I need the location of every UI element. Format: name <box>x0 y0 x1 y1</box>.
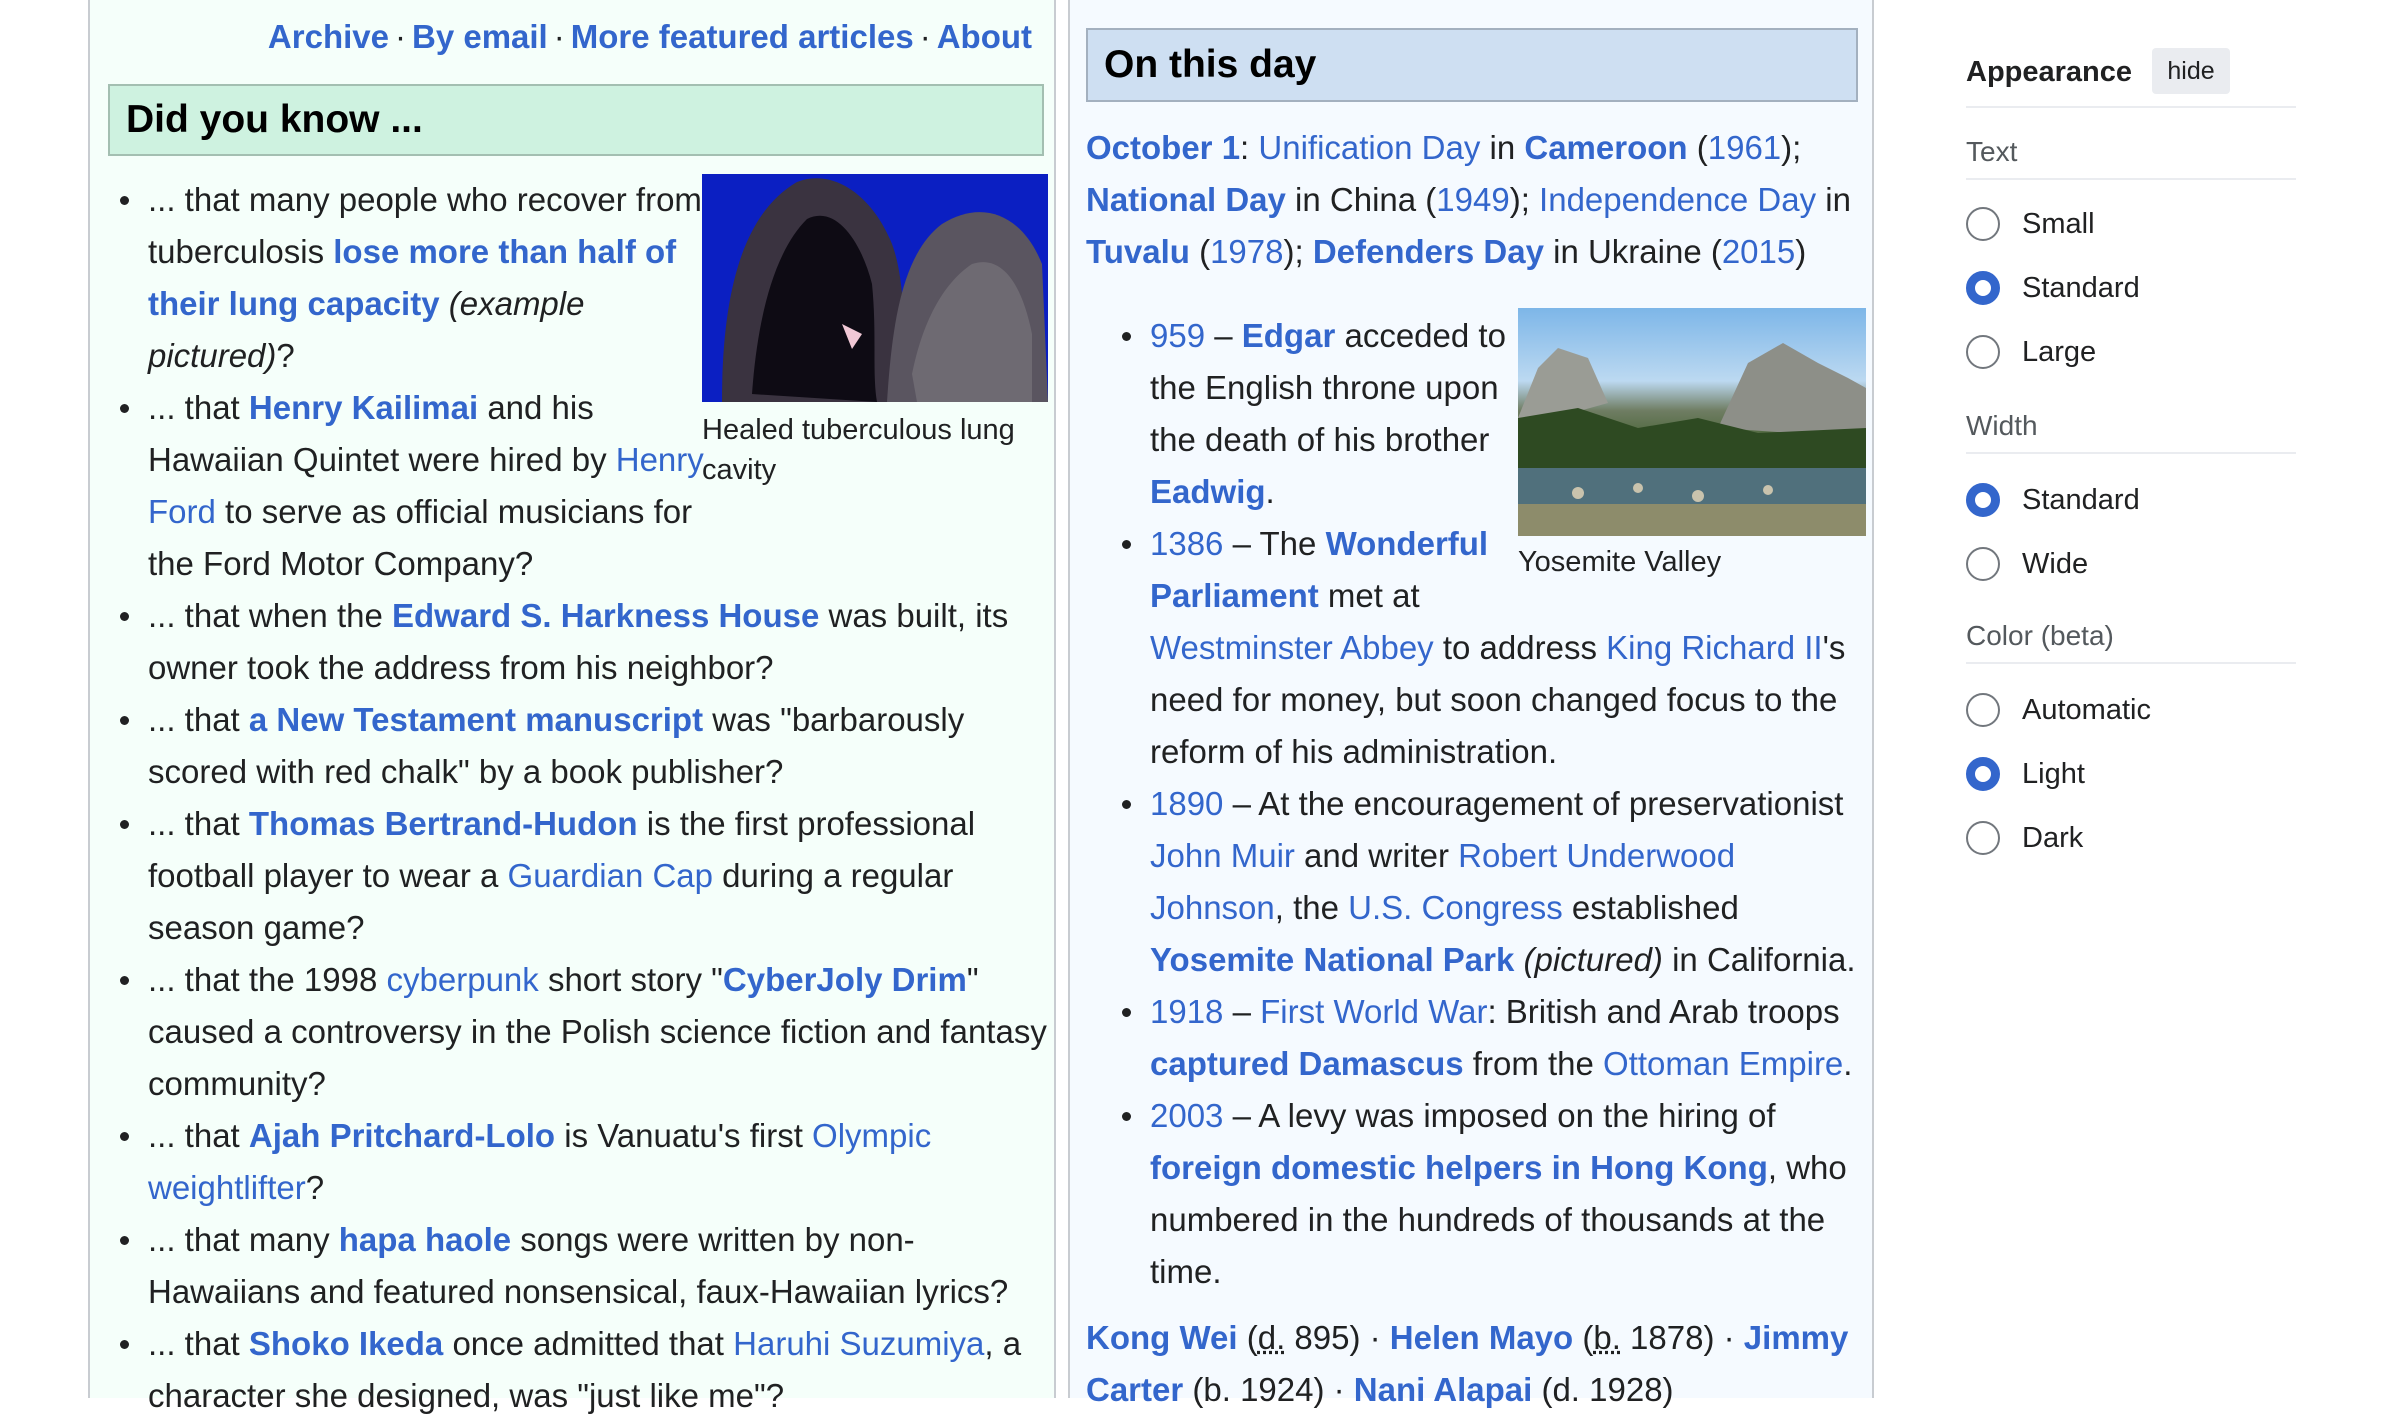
guardian-cap-link[interactable]: Guardian Cap <box>508 857 713 894</box>
divider <box>1966 106 2296 108</box>
radio-icon[interactable] <box>1966 693 2000 727</box>
john-muir-link[interactable]: John Muir <box>1150 837 1295 874</box>
helen-mayo-link[interactable]: Helen Mayo <box>1390 1319 1573 1356</box>
text-large-option[interactable]: Large <box>1966 330 2096 374</box>
otd-column: On this day October 1: Unification Day i… <box>1068 0 1876 1408</box>
year-1386-link[interactable]: 1386 <box>1150 525 1223 562</box>
by-email-link[interactable]: By email <box>412 18 548 55</box>
year-2003-link[interactable]: 2003 <box>1150 1097 1223 1134</box>
list-item: 1890 – At the encouragement of preservat… <box>1100 778 1870 986</box>
national-day-link[interactable]: National Day <box>1086 181 1286 218</box>
radio-icon[interactable] <box>1966 335 2000 369</box>
text-section-label: Text <box>1966 136 2018 167</box>
kong-wei-link[interactable]: Kong Wei <box>1086 1319 1238 1356</box>
hapa-haole-link[interactable]: hapa haole <box>339 1221 511 1258</box>
pritchard-lolo-link[interactable]: Ajah Pritchard-Lolo <box>249 1117 555 1154</box>
tuvalu-link[interactable]: Tuvalu <box>1086 233 1190 270</box>
archive-link[interactable]: Archive <box>268 18 389 55</box>
text-small-option[interactable]: Small <box>1966 202 2095 246</box>
radio-selected-icon[interactable] <box>1966 757 2000 791</box>
haruhi-suzumiya-link[interactable]: Haruhi Suzumiya <box>733 1325 984 1362</box>
defenders-day-link[interactable]: Defenders Day <box>1313 233 1544 270</box>
divider <box>1966 178 2296 180</box>
radio-icon[interactable] <box>1966 207 2000 241</box>
year-1961-link[interactable]: 1961 <box>1708 129 1781 166</box>
year-1918-link[interactable]: 1918 <box>1150 993 1223 1030</box>
about-link[interactable]: About <box>937 18 1032 55</box>
dyk-list: ... that many people who recover from tu… <box>98 174 1048 1422</box>
independence-day-link[interactable]: Independence Day <box>1539 181 1816 218</box>
width-section-label: Width <box>1966 410 2038 441</box>
year-959-link[interactable]: 959 <box>1150 317 1205 354</box>
eadwig-link[interactable]: Eadwig <box>1150 473 1266 510</box>
cyberpunk-link[interactable]: cyberpunk <box>387 961 539 998</box>
width-standard-option[interactable]: Standard <box>1966 478 2140 522</box>
list-item: ... that many people who recover from tu… <box>98 174 708 382</box>
us-congress-link[interactable]: U.S. Congress <box>1348 889 1563 926</box>
hide-button[interactable]: hide <box>2152 48 2230 94</box>
more-featured-link[interactable]: More featured articles <box>571 18 914 55</box>
radio-icon[interactable] <box>1966 821 2000 855</box>
dyk-column: Archive · By email · More featured articles ·… <box>88 0 1056 1414</box>
edgar-link[interactable]: Edgar <box>1242 317 1336 354</box>
october-1-link[interactable]: October 1 <box>1086 129 1240 166</box>
list-item: ... that many hapa haole songs were writ… <box>98 1214 1058 1318</box>
cyberjoly-drim-link[interactable]: CyberJoly Drim <box>723 961 967 998</box>
appearance-title: Appearance <box>1966 56 2133 88</box>
nt-manuscript-link[interactable]: a New Testament manuscript <box>249 701 703 738</box>
list-item: ... that Shoko Ikeda once admitted that … <box>98 1318 1058 1422</box>
radio-selected-icon[interactable] <box>1966 271 2000 305</box>
captured-damascus-link[interactable]: captured Damascus <box>1150 1045 1464 1082</box>
harkness-house-link[interactable]: Edward S. Harkness House <box>392 597 819 634</box>
list-item: ... that Thomas Bertrand-Hudon is the fi… <box>98 798 1048 954</box>
henry-kailimai-link[interactable]: Henry Kailimai <box>249 389 478 426</box>
radio-icon[interactable] <box>1966 547 2000 581</box>
year-1890-link[interactable]: 1890 <box>1150 785 1223 822</box>
color-light-option[interactable]: Light <box>1966 752 2085 796</box>
divider <box>1966 662 2296 664</box>
otd-heading: On this day <box>1086 28 1858 102</box>
king-richard-link[interactable]: King Richard II <box>1606 629 1822 666</box>
cameroon-link[interactable]: Cameroon <box>1524 129 1687 166</box>
width-wide-option[interactable]: Wide <box>1966 542 2088 586</box>
featured-nav: Archive · By email · More featured articles ·… <box>267 18 1032 55</box>
otd-intro: October 1: Unification Day in Cameroon (… <box>1086 129 1851 270</box>
list-item: 959 – Edgar acceded to the English thron… <box>1100 310 1545 518</box>
list-item: 2003 – A levy was imposed on the hiring … <box>1100 1090 1870 1298</box>
otd-anniversaries: Kong Wei (d. 895) · Helen Mayo (b. 1878)… <box>1086 1319 1849 1408</box>
westminster-abbey-link[interactable]: Westminster Abbey <box>1150 629 1434 666</box>
list-item: ... that the 1998 cyberpunk short story … <box>98 954 1058 1110</box>
list-item: ... that Ajah Pritchard-Lolo is Vanuatu'… <box>98 1110 1008 1214</box>
list-item: ... that when the Edward S. Harkness Hou… <box>98 590 1048 694</box>
radio-selected-icon[interactable] <box>1966 483 2000 517</box>
list-item: ... that Henry Kailimai and his Hawaiian… <box>98 382 738 590</box>
ottoman-empire-link[interactable]: Ottoman Empire <box>1603 1045 1843 1082</box>
nani-alapai-link[interactable]: Nani Alapai <box>1354 1371 1533 1408</box>
domestic-helpers-link[interactable]: foreign domestic helpers in Hong Kong <box>1150 1149 1768 1186</box>
text-standard-option[interactable]: Standard <box>1966 266 2140 310</box>
shoko-ikeda-link[interactable]: Shoko Ikeda <box>249 1325 443 1362</box>
unification-day-link[interactable]: Unification Day <box>1258 129 1480 166</box>
color-section-label: Color (beta) <box>1966 620 2114 651</box>
list-item: 1386 – The Wonderful Parliament met at W… <box>1100 518 1870 778</box>
first-world-war-link[interactable]: First World War <box>1260 993 1487 1030</box>
list-item: ... that a New Testament manuscript was … <box>98 694 1048 798</box>
divider <box>1966 452 2296 454</box>
bertrand-hudon-link[interactable]: Thomas Bertrand-Hudon <box>249 805 638 842</box>
list-item: 1918 – First World War: British and Arab… <box>1100 986 1870 1090</box>
color-dark-option[interactable]: Dark <box>1966 816 2083 860</box>
year-2015-link[interactable]: 2015 <box>1722 233 1795 270</box>
dyk-heading: Did you know ... <box>108 84 1044 156</box>
yosemite-park-link[interactable]: Yosemite National Park <box>1150 941 1514 978</box>
year-1949-link[interactable]: 1949 <box>1436 181 1509 218</box>
otd-list: 959 – Edgar acceded to the English thron… <box>1100 310 1876 1298</box>
year-1978-link[interactable]: 1978 <box>1210 233 1283 270</box>
color-automatic-option[interactable]: Automatic <box>1966 688 2151 732</box>
